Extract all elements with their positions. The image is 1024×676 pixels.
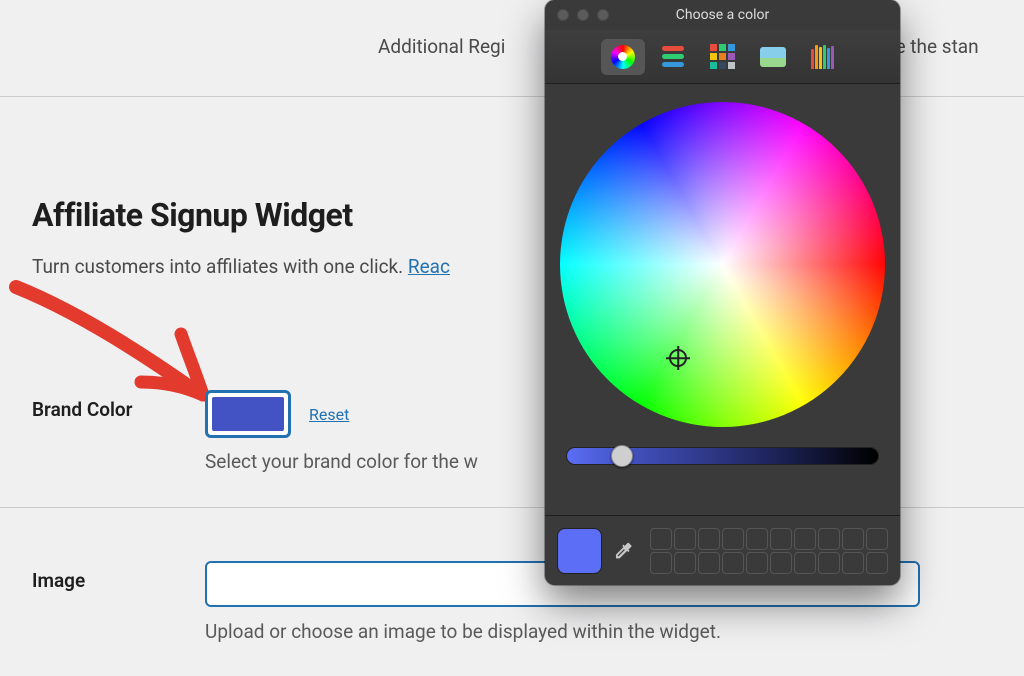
window-zoom-button[interactable]	[597, 9, 609, 21]
brand-color-swatch	[212, 397, 284, 431]
color-wheel[interactable]	[560, 102, 885, 427]
swatch-cell[interactable]	[698, 552, 720, 574]
window-controls	[545, 9, 609, 21]
window-minimize-button[interactable]	[577, 9, 589, 21]
swatch-cell[interactable]	[698, 528, 720, 550]
swatch-cell[interactable]	[770, 552, 792, 574]
section-description-text: Turn customers into affiliates with one …	[32, 255, 408, 278]
brand-color-help: Select your brand color for the w	[205, 450, 478, 473]
section-heading: Affiliate Signup Widget	[32, 196, 353, 234]
image-label: Image	[32, 561, 205, 592]
eyedropper-button[interactable]	[612, 540, 634, 562]
swatch-cell[interactable]	[866, 528, 888, 550]
swatch-cell[interactable]	[746, 552, 768, 574]
swatch-cell[interactable]	[674, 552, 696, 574]
sliders-icon	[662, 46, 684, 67]
brightness-slider[interactable]	[566, 447, 879, 465]
color-sliders-tab[interactable]	[651, 39, 695, 75]
color-picker-tabs	[545, 30, 900, 84]
window-close-button[interactable]	[557, 9, 569, 21]
pencils-tab[interactable]	[801, 39, 845, 75]
swatch-cell[interactable]	[842, 552, 864, 574]
image-palette-tab[interactable]	[751, 39, 795, 75]
swatch-cell[interactable]	[794, 528, 816, 550]
current-color-swatch[interactable]	[557, 528, 602, 574]
swatch-cell[interactable]	[794, 552, 816, 574]
brand-color-label: Brand Color	[32, 390, 205, 421]
swatch-cell[interactable]	[722, 552, 744, 574]
swatch-cell[interactable]	[842, 528, 864, 550]
swatch-cell[interactable]	[818, 528, 840, 550]
saved-swatches-grid	[650, 528, 888, 574]
brand-color-field: Brand Color Reset Select your brand colo…	[32, 390, 478, 473]
color-wheel-icon	[611, 45, 635, 69]
reset-link[interactable]: Reset	[309, 405, 349, 424]
swatch-cell[interactable]	[818, 552, 840, 574]
swatch-cell[interactable]	[650, 552, 672, 574]
swatch-cell[interactable]	[746, 528, 768, 550]
swatch-cell[interactable]	[770, 528, 792, 550]
color-wheel-tab[interactable]	[601, 39, 645, 75]
swatch-cell[interactable]	[866, 552, 888, 574]
pencils-icon	[811, 45, 834, 69]
eyedropper-icon	[612, 540, 634, 562]
color-picker-window: Choose a color	[545, 0, 900, 585]
read-more-link[interactable]: Reac	[408, 255, 450, 278]
section-description: Turn customers into affiliates with one …	[32, 255, 450, 278]
color-palette-tab[interactable]	[701, 39, 745, 75]
color-picker-footer	[545, 515, 900, 585]
swatch-cell[interactable]	[650, 528, 672, 550]
color-wheel-cursor[interactable]	[669, 349, 687, 367]
color-picker-titlebar[interactable]: Choose a color	[545, 0, 900, 30]
palette-icon	[710, 44, 735, 69]
brand-color-swatch-button[interactable]	[205, 390, 291, 438]
swatch-cell[interactable]	[722, 528, 744, 550]
image-icon	[760, 47, 786, 67]
text-fragment-left: Additional Regi	[378, 35, 505, 58]
swatch-cell[interactable]	[674, 528, 696, 550]
brightness-slider-knob[interactable]	[611, 445, 633, 467]
image-help: Upload or choose an image to be displaye…	[205, 620, 721, 643]
